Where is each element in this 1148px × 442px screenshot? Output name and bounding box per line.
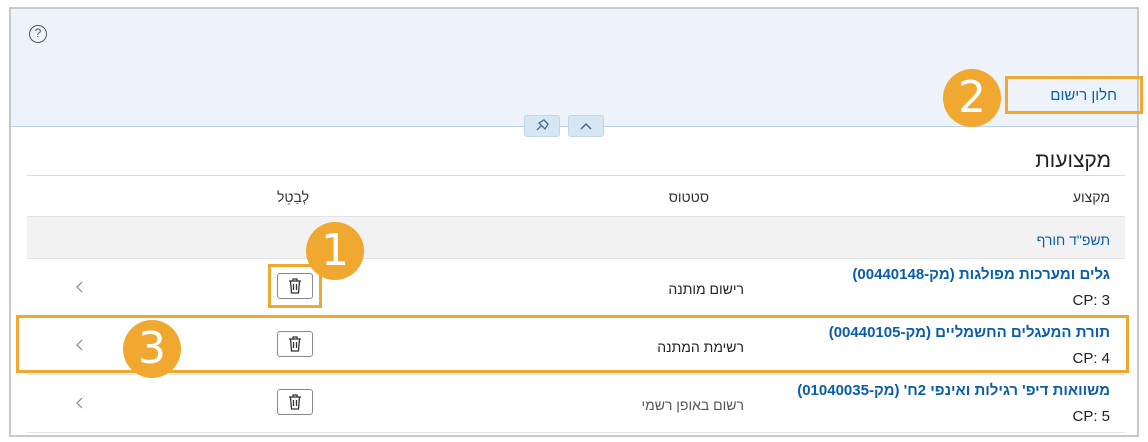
chevron-left-icon[interactable] bbox=[75, 396, 85, 410]
annotation-badge-3: 3 bbox=[123, 320, 181, 378]
pin-header-button[interactable] bbox=[524, 115, 560, 137]
annotation-badge-1: 1 bbox=[306, 222, 364, 280]
table-row[interactable]: גלים ומערכות מפולגות (מק-00440148) CP: 3… bbox=[27, 259, 1125, 317]
help-icon[interactable]: ? bbox=[29, 25, 47, 43]
highlight-box-registration bbox=[1005, 76, 1143, 114]
course-title[interactable]: גלים ומערכות מפולגות (מק-00440148) bbox=[852, 266, 1110, 283]
group-header-row: תשפ"ד חורף bbox=[27, 217, 1125, 259]
status-text: רשום באופן רשמי bbox=[641, 397, 744, 413]
pin-icon bbox=[536, 119, 549, 131]
course-title[interactable]: משוואות דיפ' רגילות ואינפי 2ח' (מק-01040… bbox=[797, 382, 1110, 399]
annotation-badge-2: 2 bbox=[943, 69, 1001, 127]
courses-table: מקצוע סטטוס לְבַטֵל תשפ"ד חורף גלים ומער… bbox=[27, 175, 1125, 433]
chevron-up-icon bbox=[580, 122, 592, 130]
column-header-cancel: לְבַטֵל bbox=[277, 189, 310, 205]
chevron-left-icon[interactable] bbox=[75, 280, 85, 294]
delete-button[interactable] bbox=[277, 389, 313, 415]
column-header-course: מקצוע bbox=[1072, 189, 1110, 205]
group-label: תשפ"ד חורף bbox=[1036, 232, 1110, 248]
trash-icon bbox=[289, 394, 301, 410]
collapse-header-button[interactable] bbox=[568, 115, 604, 137]
status-text: רישום מותנה bbox=[668, 281, 744, 297]
course-credits: CP: 5 bbox=[1072, 408, 1110, 425]
course-credits: CP: 3 bbox=[1072, 292, 1110, 309]
highlight-box-row bbox=[16, 315, 1129, 373]
table-header-row: מקצוע סטטוס לְבַטֵל bbox=[27, 175, 1125, 217]
table-row[interactable]: משוואות דיפ' רגילות ואינפי 2ח' (מק-01040… bbox=[27, 375, 1125, 433]
section-title: מקצועות bbox=[1035, 149, 1111, 172]
column-header-status: סטטוס bbox=[668, 189, 709, 205]
